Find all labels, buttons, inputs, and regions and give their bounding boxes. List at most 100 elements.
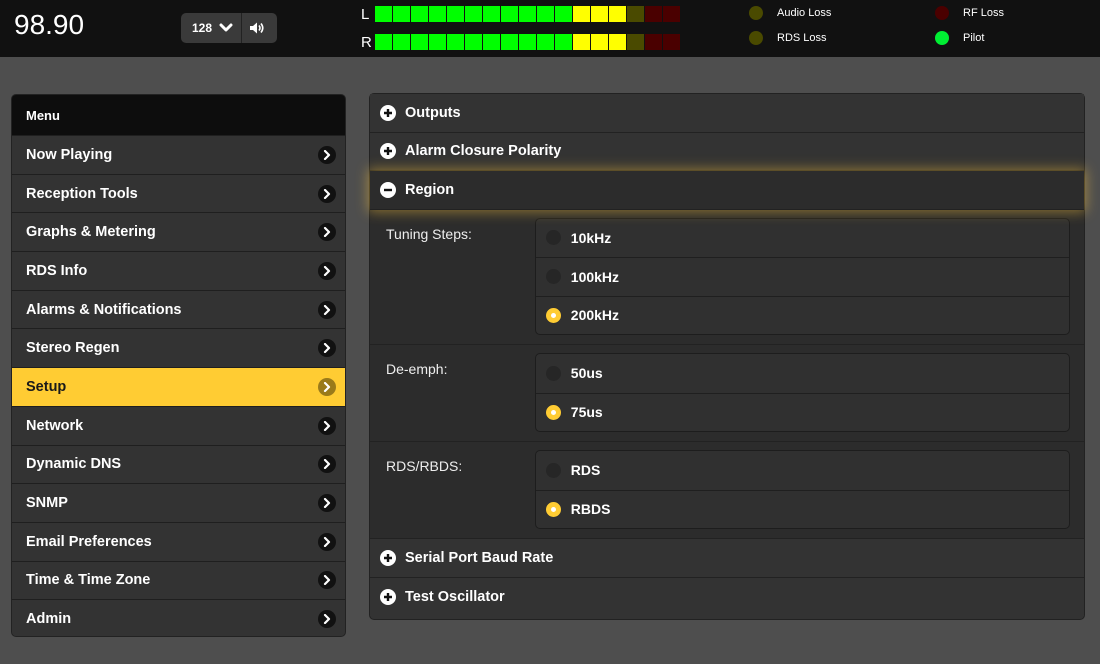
sidebar-item-alarms-notifications[interactable]: Alarms & Notifications — [12, 289, 345, 329]
radio-button — [545, 230, 561, 246]
meter-segment-left — [555, 6, 572, 22]
chevron-right-icon — [318, 571, 336, 590]
sidebar-item-email-preferences[interactable]: Email Preferences — [12, 521, 345, 561]
minus-icon — [380, 181, 396, 198]
rf-loss-label: RF Loss — [963, 7, 1004, 19]
radio-button — [545, 269, 561, 285]
top-status-bar: 98.90 128 L R Audio Loss RDS Loss RF Los… — [0, 0, 1100, 57]
meter-segment-left — [519, 6, 536, 22]
sidebar-item-label: Dynamic DNS — [26, 456, 122, 473]
sidebar-item-label: Alarms & Notifications — [26, 301, 182, 318]
sidebar-item-label: Setup — [26, 378, 67, 395]
sidebar-item-graphs-metering[interactable]: Graphs & Metering — [12, 212, 345, 252]
rds-rbds-label: RDS/RBDS: — [386, 458, 463, 474]
section-region[interactable]: Region — [370, 171, 1084, 210]
chevron-right-icon — [318, 377, 336, 396]
meter-segment-right — [519, 34, 536, 50]
rds-loss-led — [749, 31, 763, 45]
meter-segment-right — [501, 34, 518, 50]
rds-rbds-radio-group: RDS RBDS — [534, 450, 1070, 529]
section-title: Test Oscillator — [405, 588, 505, 605]
radio-label: RDS — [570, 462, 601, 479]
radio-option-200khz[interactable]: 200kHz — [535, 295, 1069, 335]
sidebar-item-network[interactable]: Network — [12, 405, 345, 445]
meter-segment-left — [537, 6, 554, 22]
speaker-icon[interactable] — [242, 13, 272, 43]
meter-segment-left — [501, 6, 518, 22]
radio-label: 100kHz — [570, 268, 620, 285]
pilot-led — [935, 31, 949, 45]
sidebar-item-rds-info[interactable]: RDS Info — [12, 251, 345, 290]
sidebar-item-label: Network — [26, 417, 84, 434]
tuning-steps-label: Tuning Steps: — [386, 225, 472, 242]
meter-segment-right — [447, 34, 464, 50]
sidebar-item-admin[interactable]: Admin — [12, 599, 345, 636]
radio-option-rds[interactable]: RDS — [536, 451, 1069, 490]
radio-label: 10kHz — [570, 229, 612, 246]
sidebar-item-label: Reception Tools — [26, 185, 138, 202]
rf-loss-indicator: RF Loss — [935, 6, 1004, 20]
settings-panel: Outputs Alarm Closure Polarity Region Tu… — [369, 93, 1085, 620]
rds-rbds-row: RDS/RBDS: RDS RBDS — [370, 442, 1084, 539]
chevron-right-icon — [318, 300, 336, 319]
sidebar-item-label: Admin — [26, 611, 72, 628]
radio-label: 75us — [570, 404, 603, 421]
sidebar-item-stereo-regen[interactable]: Stereo Regen — [12, 328, 345, 368]
de-emph-label: De-emph: — [386, 361, 448, 377]
sidebar-item-now-playing[interactable]: Now Playing — [12, 135, 345, 174]
section-test-oscillator[interactable]: Test Oscillator — [370, 577, 1084, 616]
tuning-steps-row: Tuning Steps: 10kHz 100kHz 200kHz — [370, 209, 1084, 345]
meter-segment-right — [645, 34, 662, 50]
radio-option-75us[interactable]: 75us — [535, 392, 1069, 432]
sidebar-item-reception-tools[interactable]: Reception Tools — [12, 173, 345, 213]
meter-segment-right — [573, 34, 590, 50]
volume-value: 128 — [192, 21, 213, 35]
rds-loss-indicator: RDS Loss — [749, 31, 827, 45]
sidebar-item-label: Stereo Regen — [26, 340, 120, 357]
sidebar-item-setup[interactable]: Setup — [12, 367, 345, 406]
de-emph-radio-group: 50us 75us — [534, 353, 1070, 432]
rds-loss-label: RDS Loss — [777, 32, 827, 44]
radio-option-rbds[interactable]: RBDS — [535, 489, 1069, 529]
section-outputs[interactable]: Outputs — [370, 94, 1084, 133]
meter-segment-left — [447, 6, 464, 22]
audio-meter-left — [375, 6, 681, 22]
radio-label: 50us — [570, 365, 603, 382]
meter-segment-left — [429, 6, 446, 22]
radio-button-selected — [545, 404, 561, 420]
meter-segment-right — [627, 34, 644, 50]
section-title: Serial Port Baud Rate — [405, 549, 554, 566]
sidebar-menu: Menu Now Playing Reception Tools Graphs … — [11, 94, 346, 637]
section-title: Outputs — [405, 104, 461, 121]
radio-label: RBDS — [570, 501, 611, 518]
meter-segment-left — [411, 6, 428, 22]
chevron-right-icon — [318, 261, 336, 280]
section-title: Alarm Closure Polarity — [405, 143, 562, 160]
radio-option-10khz[interactable]: 10kHz — [536, 219, 1069, 258]
audio-loss-led — [749, 6, 763, 20]
section-serial-port-baud-rate[interactable]: Serial Port Baud Rate — [370, 539, 1084, 578]
meter-segment-right — [393, 34, 410, 50]
plus-icon — [380, 549, 396, 566]
radio-option-100khz[interactable]: 100kHz — [535, 257, 1069, 296]
meter-segment-right — [375, 34, 392, 50]
radio-option-50us[interactable]: 50us — [536, 354, 1069, 393]
sidebar-item-snmp[interactable]: SNMP — [12, 483, 345, 522]
meter-segment-left — [483, 6, 500, 22]
radio-button-selected — [545, 307, 561, 323]
meter-segment-left — [645, 6, 662, 22]
meter-segment-left — [393, 6, 410, 22]
section-alarm-closure-polarity[interactable]: Alarm Closure Polarity — [370, 132, 1084, 171]
meter-segment-left — [573, 6, 590, 22]
chevron-down-icon[interactable] — [217, 19, 235, 37]
chevron-right-icon — [318, 339, 336, 358]
meter-segment-right — [537, 34, 554, 50]
meter-segment-left — [465, 6, 482, 22]
audio-meter-right — [375, 34, 681, 50]
sidebar-item-dynamic-dns[interactable]: Dynamic DNS — [12, 444, 345, 484]
meter-segment-right — [663, 34, 680, 50]
sidebar-item-time-zone[interactable]: Time & Time Zone — [12, 560, 345, 600]
meter-segment-left — [375, 6, 392, 22]
meter-segment-right — [465, 34, 482, 50]
meter-segment-left — [591, 6, 608, 22]
